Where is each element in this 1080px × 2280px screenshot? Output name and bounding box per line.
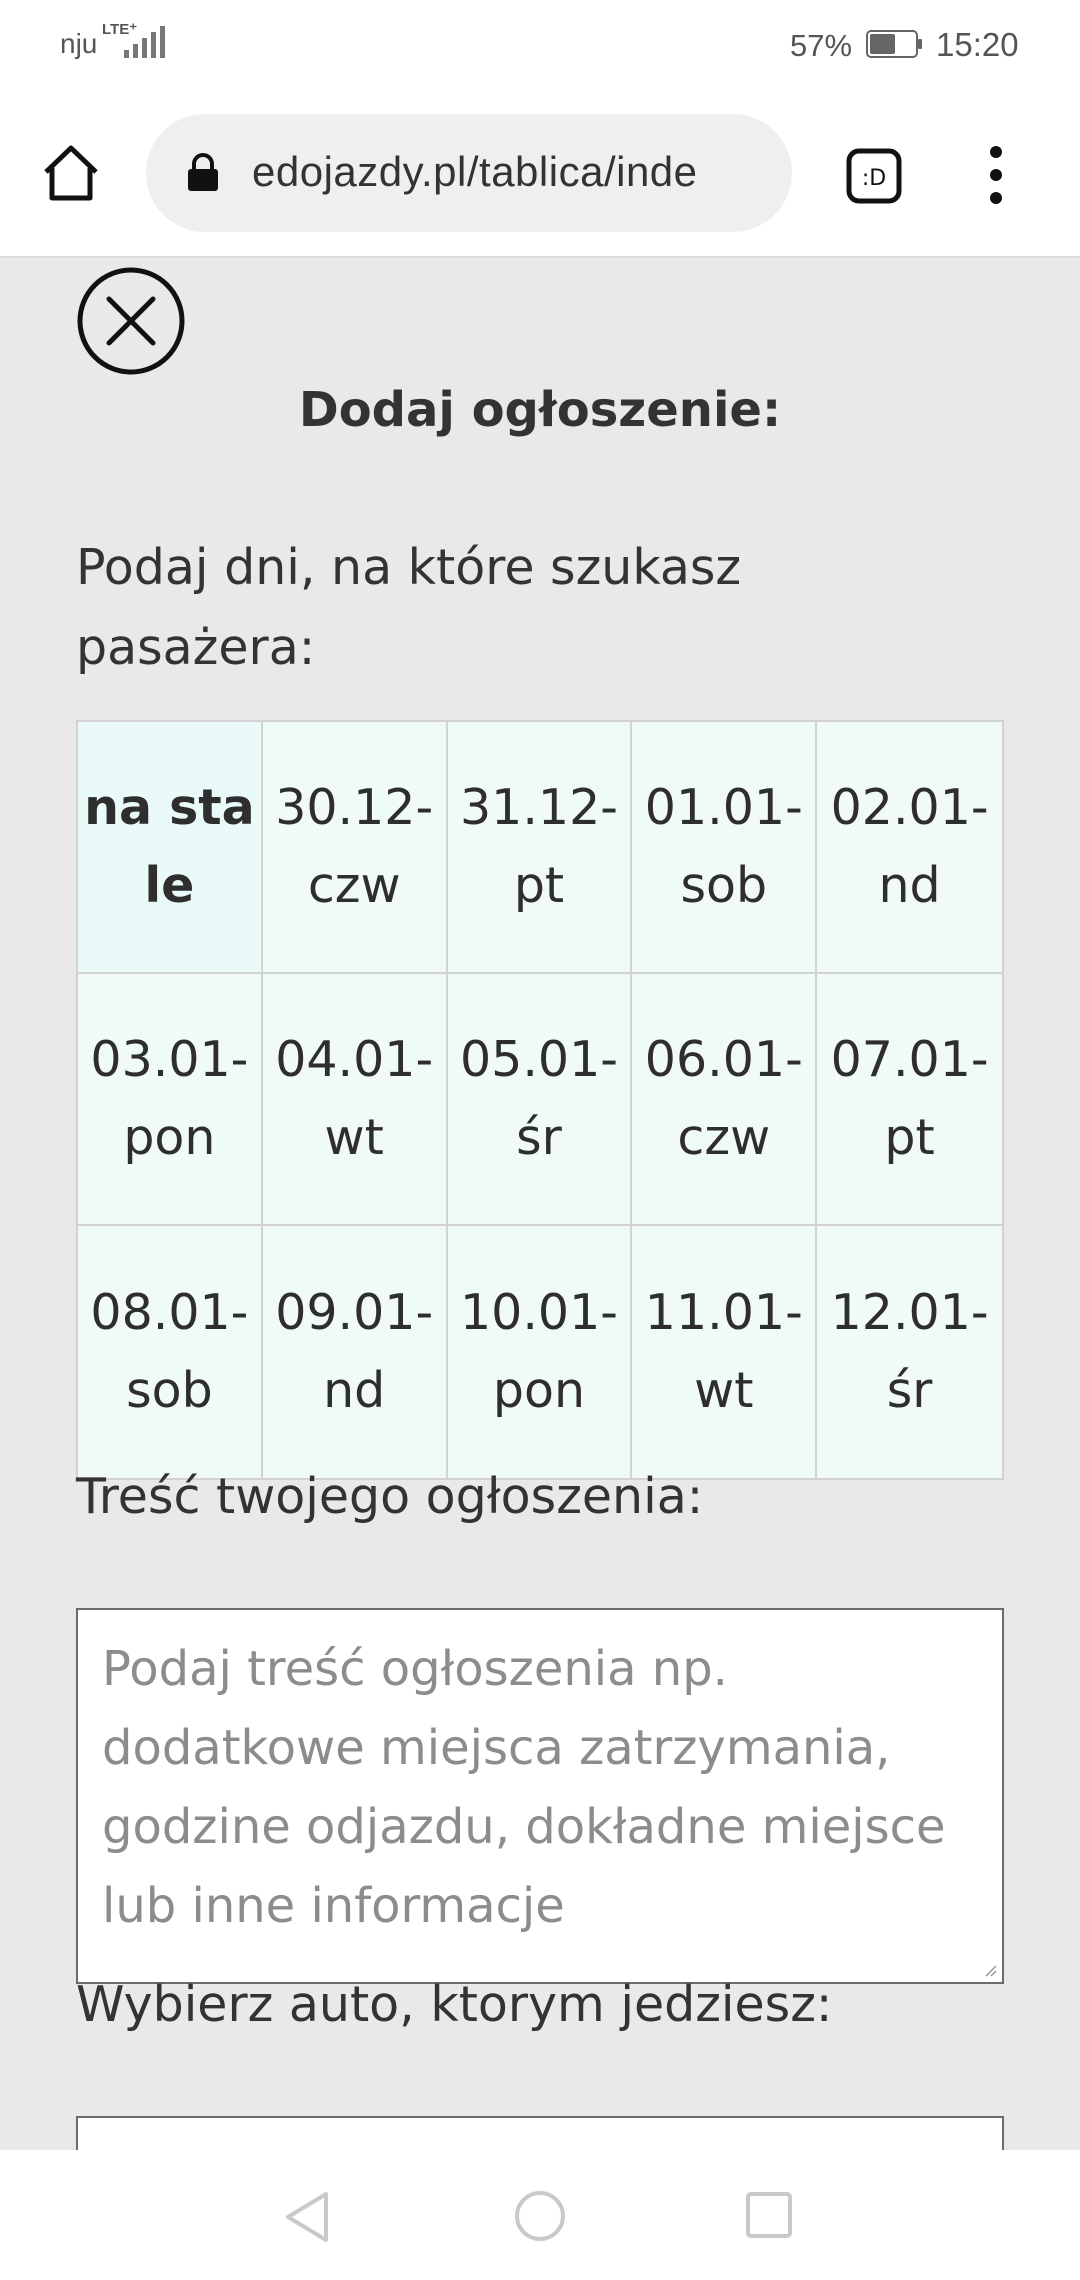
url-text[interactable]: edojazdy.pl/tablica/inde (252, 148, 698, 196)
modal-content: Dodaj ogłoszenie: Podaj dni, na które sz… (0, 258, 1080, 2150)
signal-icon (124, 26, 165, 58)
day-cell[interactable]: 08.01-sob (78, 1226, 263, 1478)
days-label: Podaj dni, na które szukasz pasażera: (76, 539, 742, 676)
message-textarea[interactable]: Podaj treść ogłoszenia np. dodatkowe mie… (76, 1608, 1004, 1984)
more-vert-icon[interactable] (978, 142, 1014, 208)
car-select[interactable] (76, 2116, 1004, 2150)
day-cell[interactable]: 31.12-pt (447, 722, 633, 974)
home-icon[interactable] (40, 142, 102, 204)
address-bar[interactable]: edojazdy.pl/tablica/inde (146, 114, 792, 232)
day-cell[interactable]: 03.01-pon (78, 974, 263, 1226)
day-cell[interactable]: 09.01-nd (262, 1226, 448, 1478)
car-label: Wybierz auto, ktorym jedziesz: (76, 1976, 833, 2033)
battery-icon (866, 30, 922, 58)
clock: 15:20 (936, 26, 1019, 63)
day-cell[interactable]: na stale (78, 722, 263, 974)
modal-title: Dodaj ogłoszenie: (298, 382, 782, 438)
navigation-bar (0, 2150, 1080, 2280)
day-cell[interactable]: 07.01-pt (817, 974, 1002, 1226)
day-cell[interactable]: 01.01-sob (632, 722, 818, 974)
tab-switcher-label: :D (862, 166, 886, 191)
day-cell[interactable]: 04.01-wt (262, 974, 448, 1226)
browser-toolbar: edojazdy.pl/tablica/inde :D (0, 92, 1080, 258)
day-cell[interactable]: 30.12-czw (262, 722, 448, 974)
tab-switcher-icon[interactable]: :D (846, 148, 902, 204)
recent-apps-icon[interactable] (746, 2192, 792, 2238)
day-grid: na stale 30.12-czw 31.12-pt 01.01-sob 02.01-… (76, 720, 1004, 1480)
battery-percent: 57% (790, 28, 853, 63)
status-bar: nju LTE⁺ 57% 15:20 (0, 0, 1080, 92)
day-cell[interactable]: 05.01-śr (447, 974, 633, 1226)
resize-grip-icon[interactable] (984, 1964, 998, 1978)
close-icon[interactable] (76, 266, 186, 376)
day-cell[interactable]: 11.01-wt (632, 1226, 818, 1478)
day-cell[interactable]: 06.01-czw (632, 974, 818, 1226)
content-label: Treść twojego ogłoszenia: (76, 1468, 704, 1525)
day-cell[interactable]: 10.01-pon (447, 1226, 633, 1478)
message-placeholder: Podaj treść ogłoszenia np. dodatkowe mie… (102, 1641, 946, 1934)
home-circle-icon[interactable] (514, 2190, 566, 2242)
day-cell[interactable]: 12.01-śr (817, 1226, 1002, 1478)
carrier-name: nju (60, 28, 98, 59)
day-cell[interactable]: 02.01-nd (817, 722, 1002, 974)
lock-icon (188, 153, 218, 191)
back-icon[interactable] (282, 2190, 332, 2244)
